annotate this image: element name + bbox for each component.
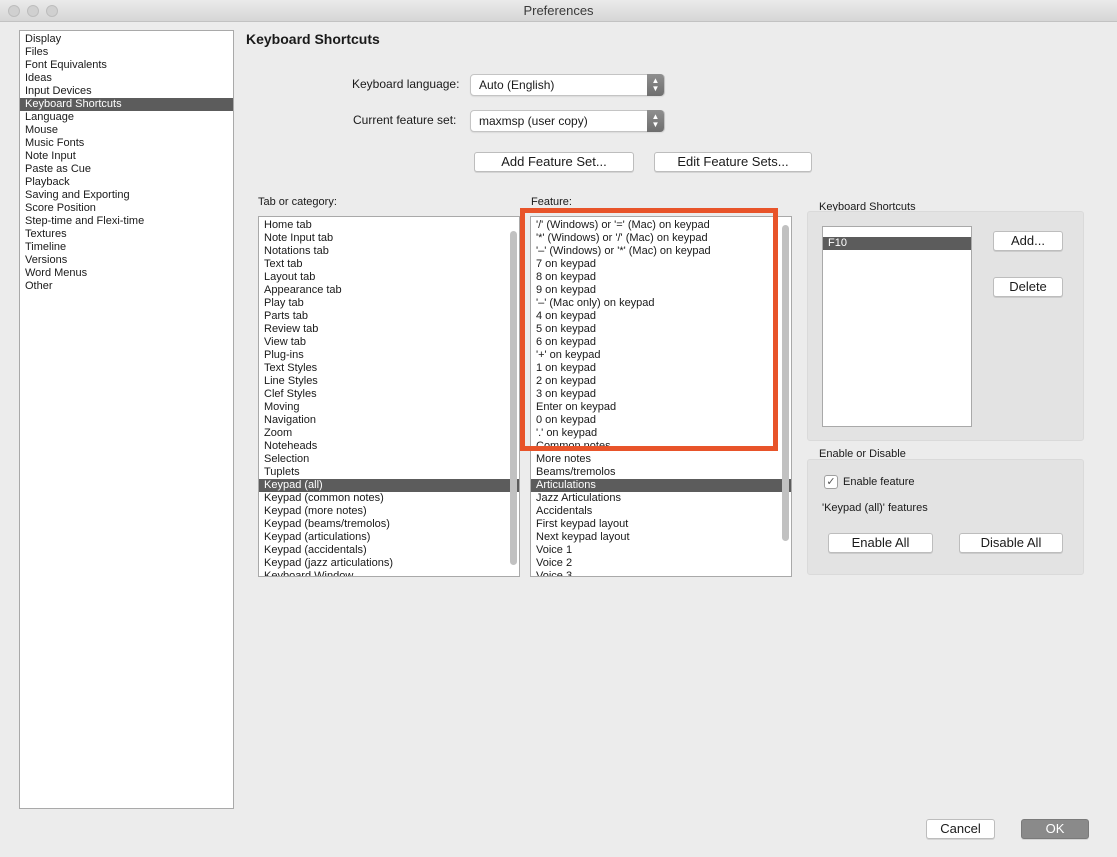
category-list-item[interactable]: Layout tab xyxy=(259,271,519,284)
sidebar-item[interactable]: Paste as Cue xyxy=(20,163,233,176)
enable-all-button[interactable]: Enable All xyxy=(828,533,933,553)
feature-label: Feature: xyxy=(531,196,572,208)
enable-feature-checkbox[interactable]: ✓ xyxy=(824,475,838,489)
sidebar-item[interactable]: Saving and Exporting xyxy=(20,189,233,202)
feature-list-item[interactable]: Voice 2 xyxy=(531,557,791,570)
category-list-item[interactable]: Selection xyxy=(259,453,519,466)
category-list-item[interactable]: Moving xyxy=(259,401,519,414)
stepper-icon: ▲ ▼ xyxy=(647,110,664,132)
category-list-item[interactable]: Keyboard Window xyxy=(259,570,519,576)
category-list-item[interactable]: Keypad (accidentals) xyxy=(259,544,519,557)
category-list-item[interactable]: Keypad (jazz articulations) xyxy=(259,557,519,570)
checkmark-icon: ✓ xyxy=(826,476,836,488)
keyboard-language-select[interactable]: Auto (English) ▲ ▼ xyxy=(470,74,665,96)
sidebar-item[interactable]: Mouse xyxy=(20,124,233,137)
sidebar-rows: Display Files Font Equivalents Ideas Input D… xyxy=(20,33,233,293)
sidebar-item[interactable]: Keyboard Shortcuts xyxy=(20,98,233,111)
sidebar-item[interactable]: Step-time and Flexi-time xyxy=(20,215,233,228)
category-list-item[interactable]: Keypad (all) xyxy=(259,479,519,492)
ok-button[interactable]: OK xyxy=(1021,819,1089,839)
category-list-item[interactable]: Parts tab xyxy=(259,310,519,323)
category-list-item[interactable]: Text tab xyxy=(259,258,519,271)
sidebar-item[interactable]: Textures xyxy=(20,228,233,241)
highlight-box xyxy=(520,208,778,451)
sidebar-item[interactable]: Music Fonts xyxy=(20,137,233,150)
title-bar: Preferences xyxy=(0,0,1117,22)
delete-shortcut-button[interactable]: Delete xyxy=(993,277,1063,297)
sidebar-item[interactable]: Word Menus xyxy=(20,267,233,280)
category-list-item[interactable]: Home tab xyxy=(259,219,519,232)
sidebar-item[interactable]: Display xyxy=(20,33,233,46)
category-list-item[interactable]: Tuplets xyxy=(259,466,519,479)
category-list-item[interactable]: Review tab xyxy=(259,323,519,336)
feature-set-select[interactable]: maxmsp (user copy) ▲ ▼ xyxy=(470,110,665,132)
category-list-item[interactable]: Keypad (common notes) xyxy=(259,492,519,505)
sidebar-item[interactable]: Other xyxy=(20,280,233,293)
category-label: Tab or category: xyxy=(258,196,337,208)
category-list-item[interactable]: View tab xyxy=(259,336,519,349)
category-list-item[interactable]: Play tab xyxy=(259,297,519,310)
category-list-item[interactable]: Keypad (beams/tremolos) xyxy=(259,518,519,531)
category-list-rows: Home tab Note Input tab Notations tab Text … xyxy=(259,219,519,576)
add-feature-set-button[interactable]: Add Feature Set... xyxy=(474,152,634,172)
feature-list-item[interactable]: Voice 1 xyxy=(531,544,791,557)
keyboard-language-value: Auto (English) xyxy=(479,78,555,92)
shortcut-list-rows: F10 xyxy=(823,237,971,250)
feature-list-item[interactable]: Beams/tremolos xyxy=(531,466,791,479)
category-list-item[interactable]: Text Styles xyxy=(259,362,519,375)
category-list-item[interactable]: Appearance tab xyxy=(259,284,519,297)
preferences-sidebar: Display Files Font Equivalents Ideas Input D… xyxy=(19,30,234,809)
category-list-item[interactable]: Keypad (more notes) xyxy=(259,505,519,518)
category-list-item[interactable]: Navigation xyxy=(259,414,519,427)
edit-feature-sets-button[interactable]: Edit Feature Sets... xyxy=(654,152,812,172)
feature-list-item[interactable]: Next keypad layout xyxy=(531,531,791,544)
enable-group: ✓ Enable feature 'Keypad (all)' features… xyxy=(807,459,1084,575)
preferences-window: Preferences Display Files Font Equivalents… xyxy=(0,0,1117,857)
stepper-icon: ▲ ▼ xyxy=(647,74,664,96)
feature-set-label: Current feature set: xyxy=(353,113,457,127)
sidebar-item[interactable]: Input Devices xyxy=(20,85,233,98)
sidebar-item[interactable]: Playback xyxy=(20,176,233,189)
category-list-item[interactable]: Line Styles xyxy=(259,375,519,388)
feature-scrollbar[interactable] xyxy=(782,225,789,541)
feature-list-item[interactable]: Accidentals xyxy=(531,505,791,518)
category-list-item[interactable]: Notations tab xyxy=(259,245,519,258)
sidebar-item[interactable]: Timeline xyxy=(20,241,233,254)
category-list-item[interactable]: Noteheads xyxy=(259,440,519,453)
feature-set-value: maxmsp (user copy) xyxy=(479,114,588,128)
add-shortcut-button[interactable]: Add... xyxy=(993,231,1063,251)
sidebar-item[interactable]: Files xyxy=(20,46,233,59)
feature-list-item[interactable]: Voice 3 xyxy=(531,570,791,576)
feature-list-item[interactable]: Jazz Articulations xyxy=(531,492,791,505)
sidebar-item[interactable]: Score Position xyxy=(20,202,233,215)
feature-list-item[interactable]: More notes xyxy=(531,453,791,466)
enable-feature-label: Enable feature xyxy=(843,476,915,488)
page-title: Keyboard Shortcuts xyxy=(246,31,380,47)
keyboard-language-label: Keyboard language: xyxy=(352,77,460,91)
feature-list-item[interactable]: First keypad layout xyxy=(531,518,791,531)
category-list-item[interactable]: Keypad (articulations) xyxy=(259,531,519,544)
features-note: 'Keypad (all)' features xyxy=(822,502,928,514)
sidebar-item[interactable]: Versions xyxy=(20,254,233,267)
sidebar-item[interactable]: Ideas xyxy=(20,72,233,85)
sidebar-item[interactable]: Note Input xyxy=(20,150,233,163)
category-list-item[interactable]: Zoom xyxy=(259,427,519,440)
window-title: Preferences xyxy=(523,3,594,18)
sidebar-item[interactable]: Font Equivalents xyxy=(20,59,233,72)
category-list-item[interactable]: Plug-ins xyxy=(259,349,519,362)
shortcut-list-item[interactable]: F10 xyxy=(823,237,971,250)
shortcuts-group: F10 Add... Delete xyxy=(807,211,1084,441)
cancel-button[interactable]: Cancel xyxy=(926,819,995,839)
category-scrollbar[interactable] xyxy=(510,231,517,565)
category-list-item[interactable]: Note Input tab xyxy=(259,232,519,245)
category-list-item[interactable]: Clef Styles xyxy=(259,388,519,401)
disable-all-button[interactable]: Disable All xyxy=(959,533,1063,553)
shortcut-list[interactable]: F10 xyxy=(822,226,972,427)
sidebar-item[interactable]: Language xyxy=(20,111,233,124)
feature-list-item[interactable]: Articulations xyxy=(531,479,791,492)
category-list[interactable]: Home tab Note Input tab Notations tab Text … xyxy=(258,216,520,577)
